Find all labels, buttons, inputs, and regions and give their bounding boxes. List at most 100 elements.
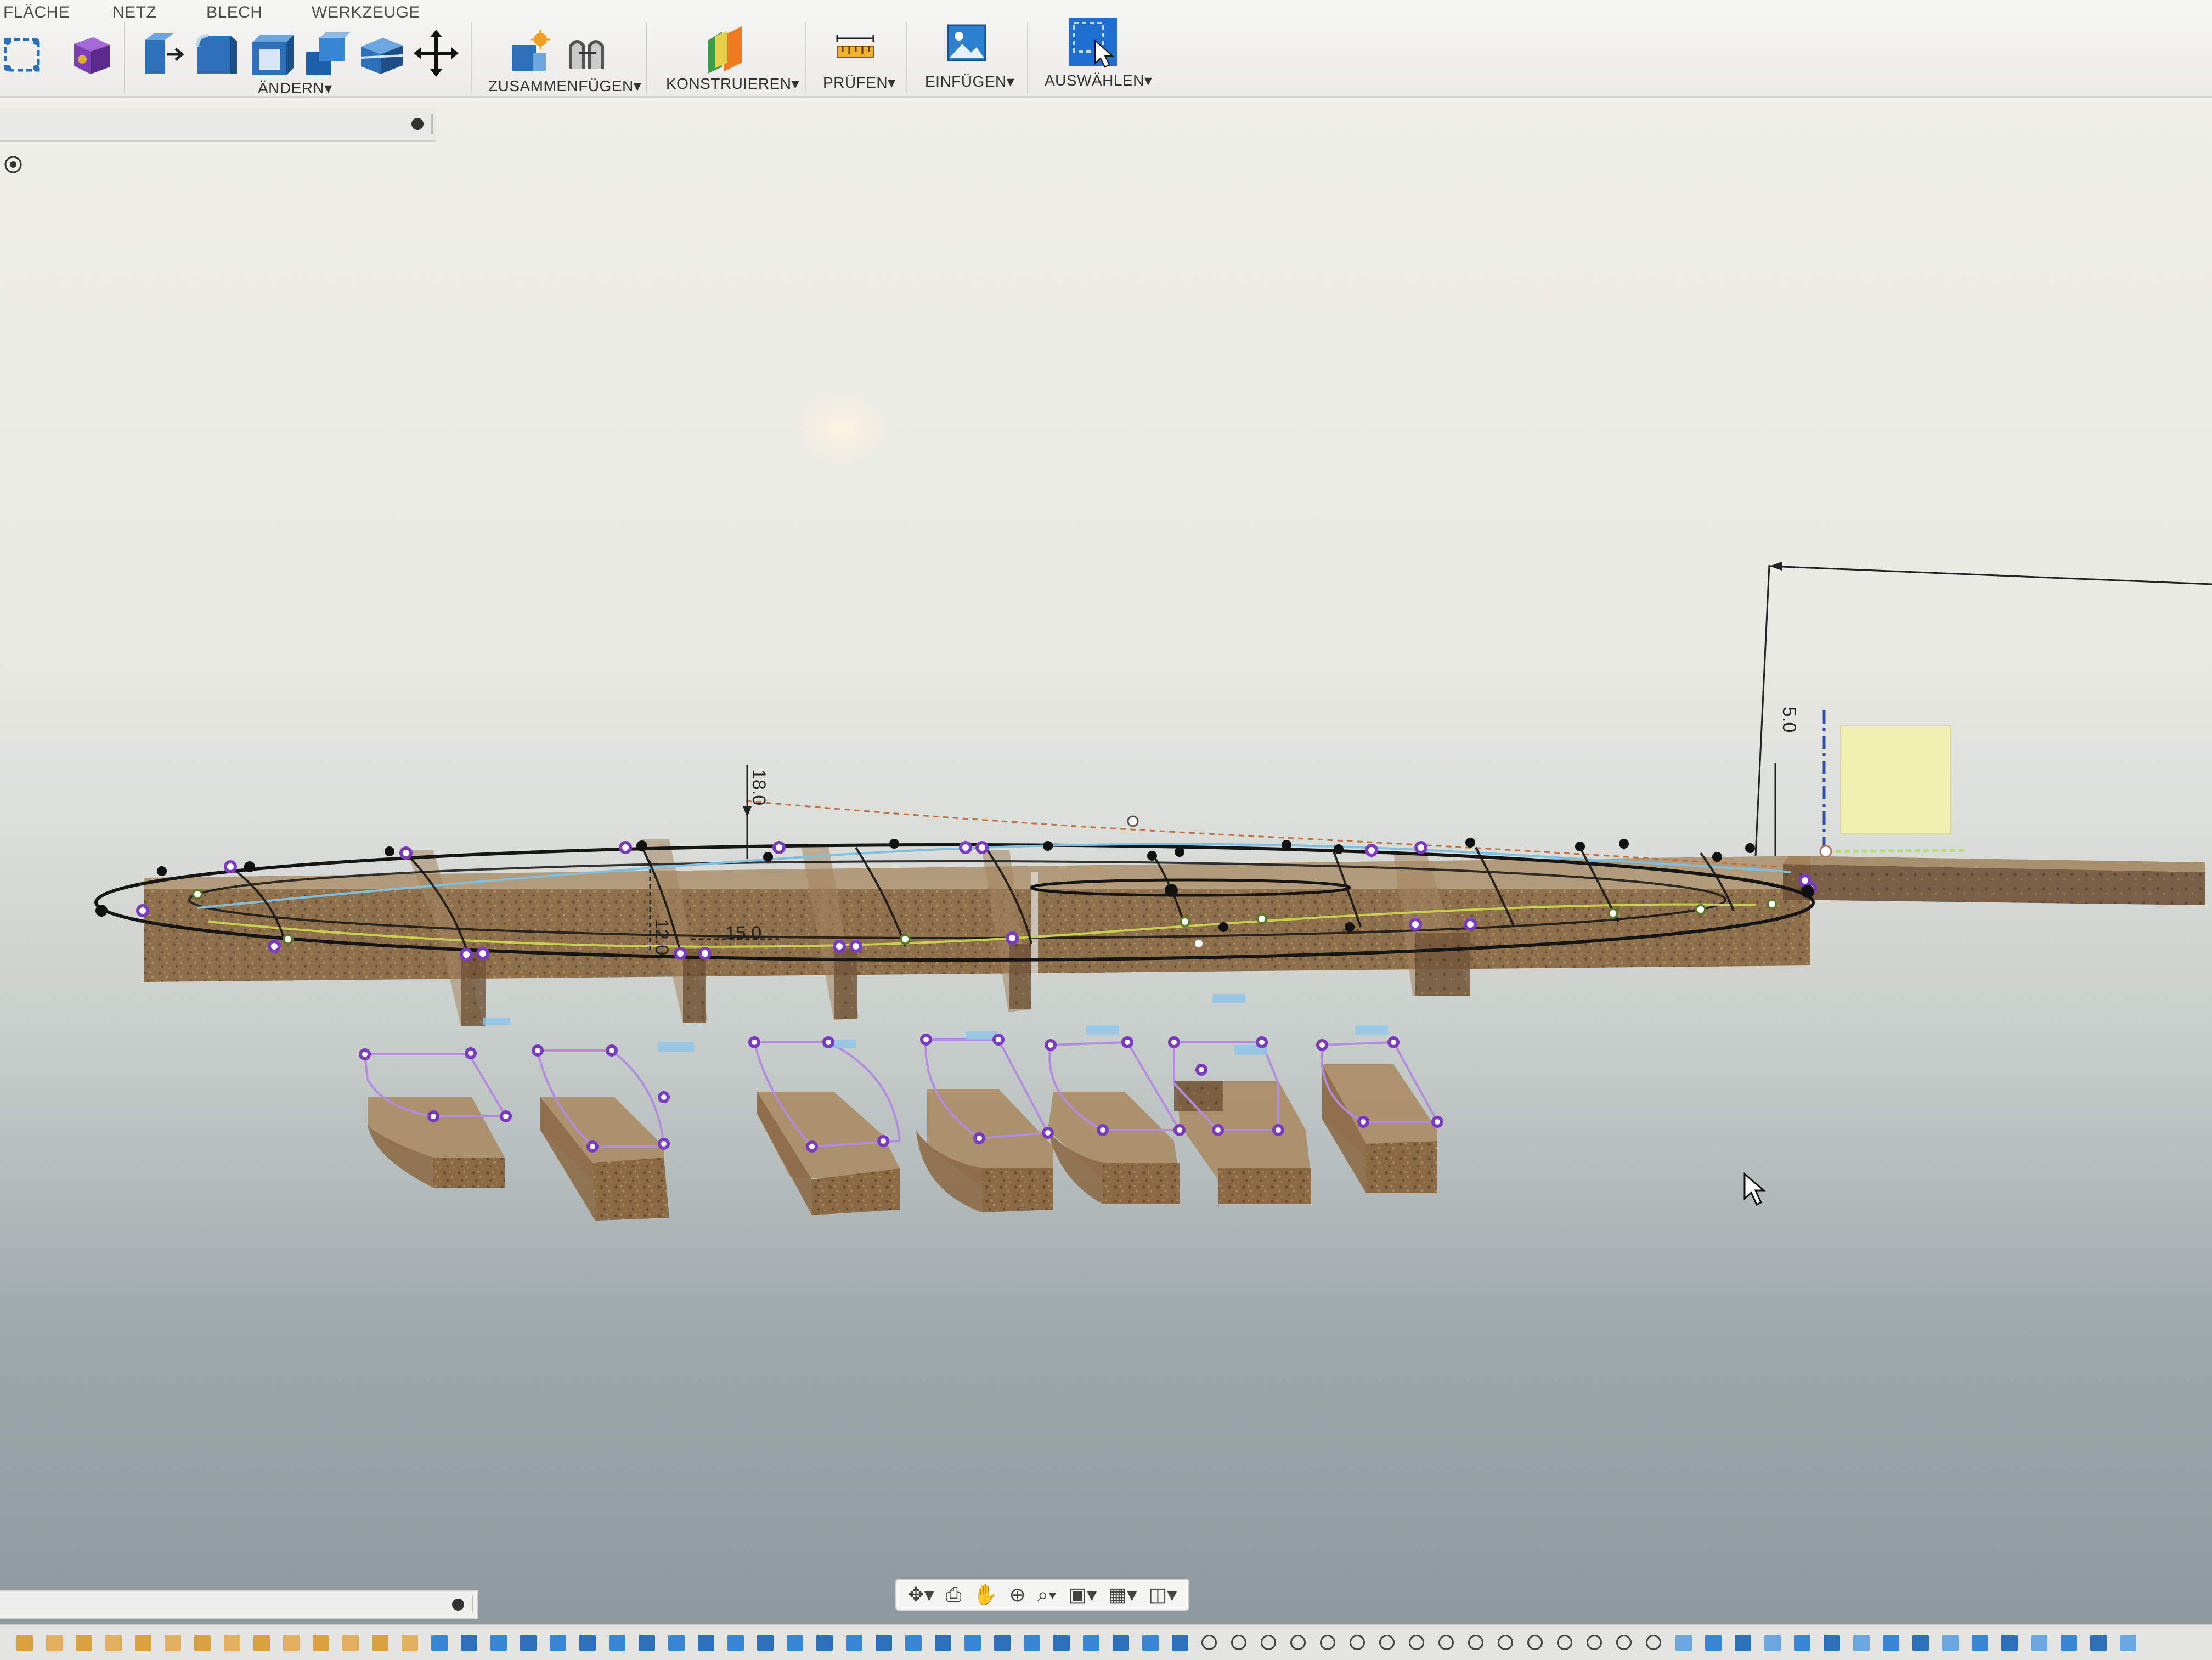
display-settings-icon[interactable]: ▣▾ — [1068, 1585, 1097, 1605]
timeline-feature-icon[interactable] — [283, 1635, 300, 1651]
timeline-feature-icon[interactable] — [1883, 1635, 1899, 1651]
timeline-feature-icon[interactable] — [1320, 1635, 1335, 1650]
dimension-15[interactable]: 15.0 — [691, 923, 779, 944]
text-note-box[interactable] — [1840, 725, 1951, 834]
grid-icon[interactable]: ▦▾ — [1108, 1585, 1137, 1605]
timeline-feature-icon[interactable] — [1438, 1635, 1454, 1650]
ribs[interactable] — [406, 839, 1470, 1026]
new-component-icon[interactable] — [507, 29, 554, 78]
timeline-feature-icon[interactable] — [253, 1635, 270, 1651]
timeline-feature-icon[interactable] — [1290, 1635, 1306, 1650]
timeline-feature-icon[interactable] — [1172, 1635, 1188, 1651]
timeline-feature-icon[interactable] — [224, 1635, 240, 1651]
timeline-feature-icon[interactable] — [1912, 1635, 1929, 1651]
timeline-feature-icon[interactable] — [1527, 1635, 1543, 1650]
timeline-feature-icon[interactable] — [2090, 1635, 2107, 1651]
dimension-12[interactable]: 12.0 — [649, 861, 672, 955]
insert-image-icon[interactable] — [946, 22, 990, 68]
timeline-feature-icon[interactable] — [313, 1635, 329, 1651]
dimension-18[interactable]: 18.0 — [743, 765, 769, 859]
body-top-face[interactable] — [144, 856, 1810, 889]
timeline-feature-icon[interactable] — [876, 1635, 892, 1651]
timeline-feature-icon[interactable] — [165, 1635, 181, 1651]
timeline-feature-icon[interactable] — [520, 1635, 537, 1651]
measure-icon[interactable] — [834, 32, 878, 65]
component-block-7[interactable] — [1321, 1041, 1440, 1193]
timeline-feature-icon[interactable] — [2001, 1635, 2018, 1651]
spline-highlight[interactable] — [197, 843, 1791, 909]
group-prufen-label[interactable]: PRÜFEN▾ — [823, 74, 896, 92]
main-body-assembly[interactable] — [144, 839, 2205, 1026]
timeline-feature-icon[interactable] — [76, 1635, 92, 1651]
timeline-feature-icon[interactable] — [1972, 1635, 1988, 1651]
timeline-feature-icon[interactable] — [1379, 1635, 1395, 1650]
offset-face-icon[interactable] — [357, 30, 406, 80]
timeline-feature-icon[interactable] — [2120, 1635, 2136, 1651]
timeline-bar[interactable] — [0, 1624, 2212, 1660]
timeline-feature-icon[interactable] — [461, 1635, 477, 1651]
timeline-feature-icon[interactable] — [846, 1635, 862, 1651]
component-block-1[interactable] — [363, 1053, 508, 1188]
timeline-feature-icon[interactable] — [1557, 1635, 1572, 1650]
timeline-feature-icon[interactable] — [727, 1635, 744, 1651]
drag-point[interactable] — [1127, 815, 1139, 827]
inner-profile-curve[interactable] — [188, 860, 1726, 939]
component-block-2[interactable] — [536, 1049, 669, 1221]
sketch-outline[interactable] — [94, 800, 1815, 962]
dimension-5[interactable]: 5.0 — [1754, 562, 2212, 856]
zoom-icon[interactable]: ⊕ — [1009, 1585, 1026, 1605]
timeline-feature-icon[interactable] — [342, 1635, 359, 1651]
create-form-icon[interactable] — [0, 33, 55, 77]
constraint-points[interactable] — [136, 841, 1817, 961]
rib-tab[interactable] — [461, 949, 486, 1026]
timeline-feature-icon[interactable] — [1142, 1635, 1159, 1651]
browser-panel-header[interactable] — [0, 108, 436, 142]
timeline-feature-icon[interactable] — [1764, 1635, 1781, 1651]
timeline-feature-icon[interactable] — [1350, 1635, 1365, 1650]
press-pull-icon[interactable] — [137, 30, 187, 80]
dimension-5-label[interactable]: 5.0 — [1779, 707, 1799, 732]
viewports-icon[interactable]: ◫▾ — [1148, 1585, 1177, 1605]
timeline-feature-icon[interactable] — [194, 1635, 211, 1651]
construction-plane-icon[interactable] — [703, 24, 753, 75]
move-icon[interactable] — [413, 29, 460, 78]
timeline-feature-icon[interactable] — [1824, 1635, 1840, 1651]
comments-toggle-icon[interactable] — [452, 1599, 464, 1611]
tab-werkzeuge[interactable]: WERKZEUGE — [312, 3, 420, 22]
timeline-feature-icon[interactable] — [1735, 1635, 1751, 1651]
fillet-icon[interactable] — [192, 30, 241, 80]
timeline-feature-icon[interactable] — [46, 1635, 63, 1651]
timeline-feature-icon[interactable] — [490, 1635, 507, 1651]
timeline-feature-icon[interactable] — [1113, 1635, 1129, 1651]
timeline-feature-icon[interactable] — [816, 1635, 833, 1651]
look-at-icon[interactable]: ⎙ — [946, 1585, 962, 1605]
timeline-feature-icon[interactable] — [105, 1635, 122, 1651]
dimension-15-label[interactable]: 15.0 — [725, 923, 761, 944]
timeline-feature-icon[interactable] — [698, 1635, 714, 1651]
resize-handle[interactable] — [472, 1595, 473, 1613]
timeline-feature-icon[interactable] — [994, 1635, 1011, 1651]
component-block-6[interactable] — [1173, 1041, 1311, 1204]
timeline-feature-icon[interactable] — [1261, 1635, 1276, 1650]
tab-blech[interactable]: BLECH — [206, 3, 263, 22]
outer-profile-curve[interactable] — [94, 843, 1815, 962]
origin-point[interactable] — [1819, 845, 1832, 858]
handle-top[interactable] — [1783, 856, 2205, 872]
timeline-feature-icon[interactable] — [1705, 1635, 1722, 1651]
group-einfugen-label[interactable]: EINFÜGEN▾ — [925, 72, 1014, 91]
center-point[interactable] — [1195, 940, 1203, 947]
guide-rail-curve[interactable] — [208, 903, 1756, 948]
dimension-18-label[interactable]: 18.0 — [748, 769, 769, 805]
group-zusammenfugen-label[interactable]: ZUSAMMENFÜGEN▾ — [488, 77, 641, 95]
group-andern-label[interactable]: ÄNDERN▾ — [258, 79, 332, 97]
timeline-feature-icon[interactable] — [639, 1635, 655, 1651]
rib-tab[interactable] — [1009, 944, 1031, 1009]
block-constraint-points[interactable] — [359, 1034, 1443, 1153]
timeline-feature-icon[interactable] — [1853, 1635, 1870, 1651]
timeline-feature-icon[interactable] — [787, 1635, 803, 1651]
component-block-5[interactable] — [1048, 1041, 1182, 1204]
timeline-feature-icon[interactable] — [757, 1635, 774, 1651]
timeline-feature-icon[interactable] — [1201, 1635, 1217, 1650]
timeline-feature-icon[interactable] — [1498, 1635, 1513, 1650]
pan-icon[interactable]: ✋ — [973, 1585, 998, 1605]
